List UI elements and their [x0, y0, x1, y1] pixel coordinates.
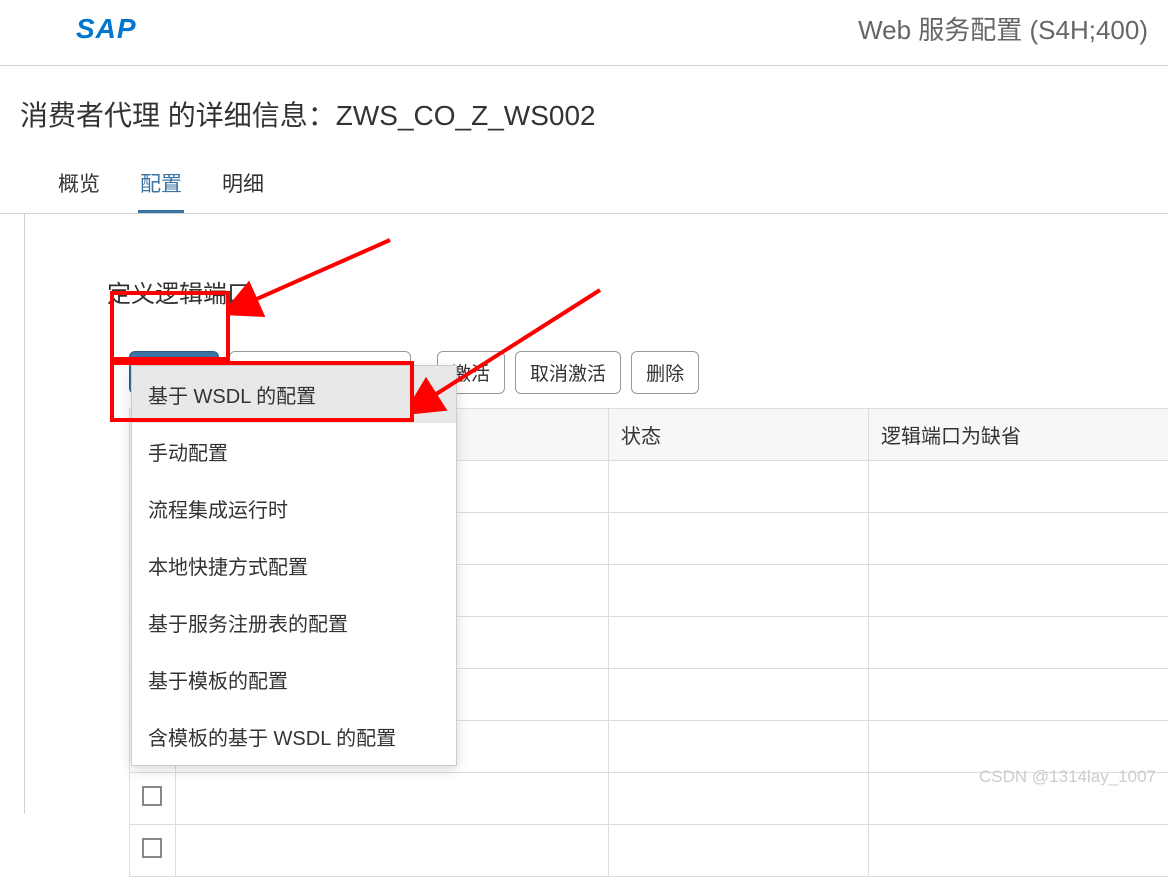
- tab-detail[interactable]: 明细: [220, 162, 266, 213]
- create-dropdown: 基于 WSDL 的配置 手动配置 流程集成运行时 本地快捷方式配置 基于服务注册…: [131, 365, 457, 766]
- header-title: Web 服务配置 (S4H;400): [858, 10, 1148, 47]
- sap-logo: SAP: [76, 13, 137, 45]
- delete-button[interactable]: 删除: [631, 351, 699, 394]
- app-header: SAP Web 服务配置 (S4H;400): [0, 0, 1168, 66]
- section-title: 定义逻辑端口: [25, 274, 1168, 329]
- table-row[interactable]: [130, 825, 1168, 877]
- tab-overview[interactable]: 概览: [56, 162, 102, 213]
- dropdown-item-registry[interactable]: 基于服务注册表的配置: [132, 594, 456, 651]
- dropdown-item-template[interactable]: 基于模板的配置: [132, 651, 456, 708]
- tab-config[interactable]: 配置: [138, 162, 184, 213]
- page-title: 消费者代理 的详细信息：ZWS_CO_Z_WS002: [0, 66, 1168, 162]
- dropdown-item-local[interactable]: 本地快捷方式配置: [132, 537, 456, 594]
- column-status: 状态: [609, 409, 869, 461]
- row-checkbox[interactable]: [142, 786, 162, 806]
- dropdown-item-manual[interactable]: 手动配置: [132, 423, 456, 480]
- row-checkbox[interactable]: [142, 838, 162, 858]
- dropdown-item-template-wsdl[interactable]: 含模板的基于 WSDL 的配置: [132, 708, 456, 765]
- column-default: 逻辑端口为缺省: [869, 409, 1168, 461]
- watermark: CSDN @1314lay_1007: [979, 767, 1156, 787]
- deactivate-button[interactable]: 取消激活: [515, 351, 621, 394]
- tab-bar: 概览 配置 明细: [0, 162, 1168, 214]
- dropdown-item-process[interactable]: 流程集成运行时: [132, 480, 456, 537]
- dropdown-item-wsdl[interactable]: 基于 WSDL 的配置: [132, 366, 456, 423]
